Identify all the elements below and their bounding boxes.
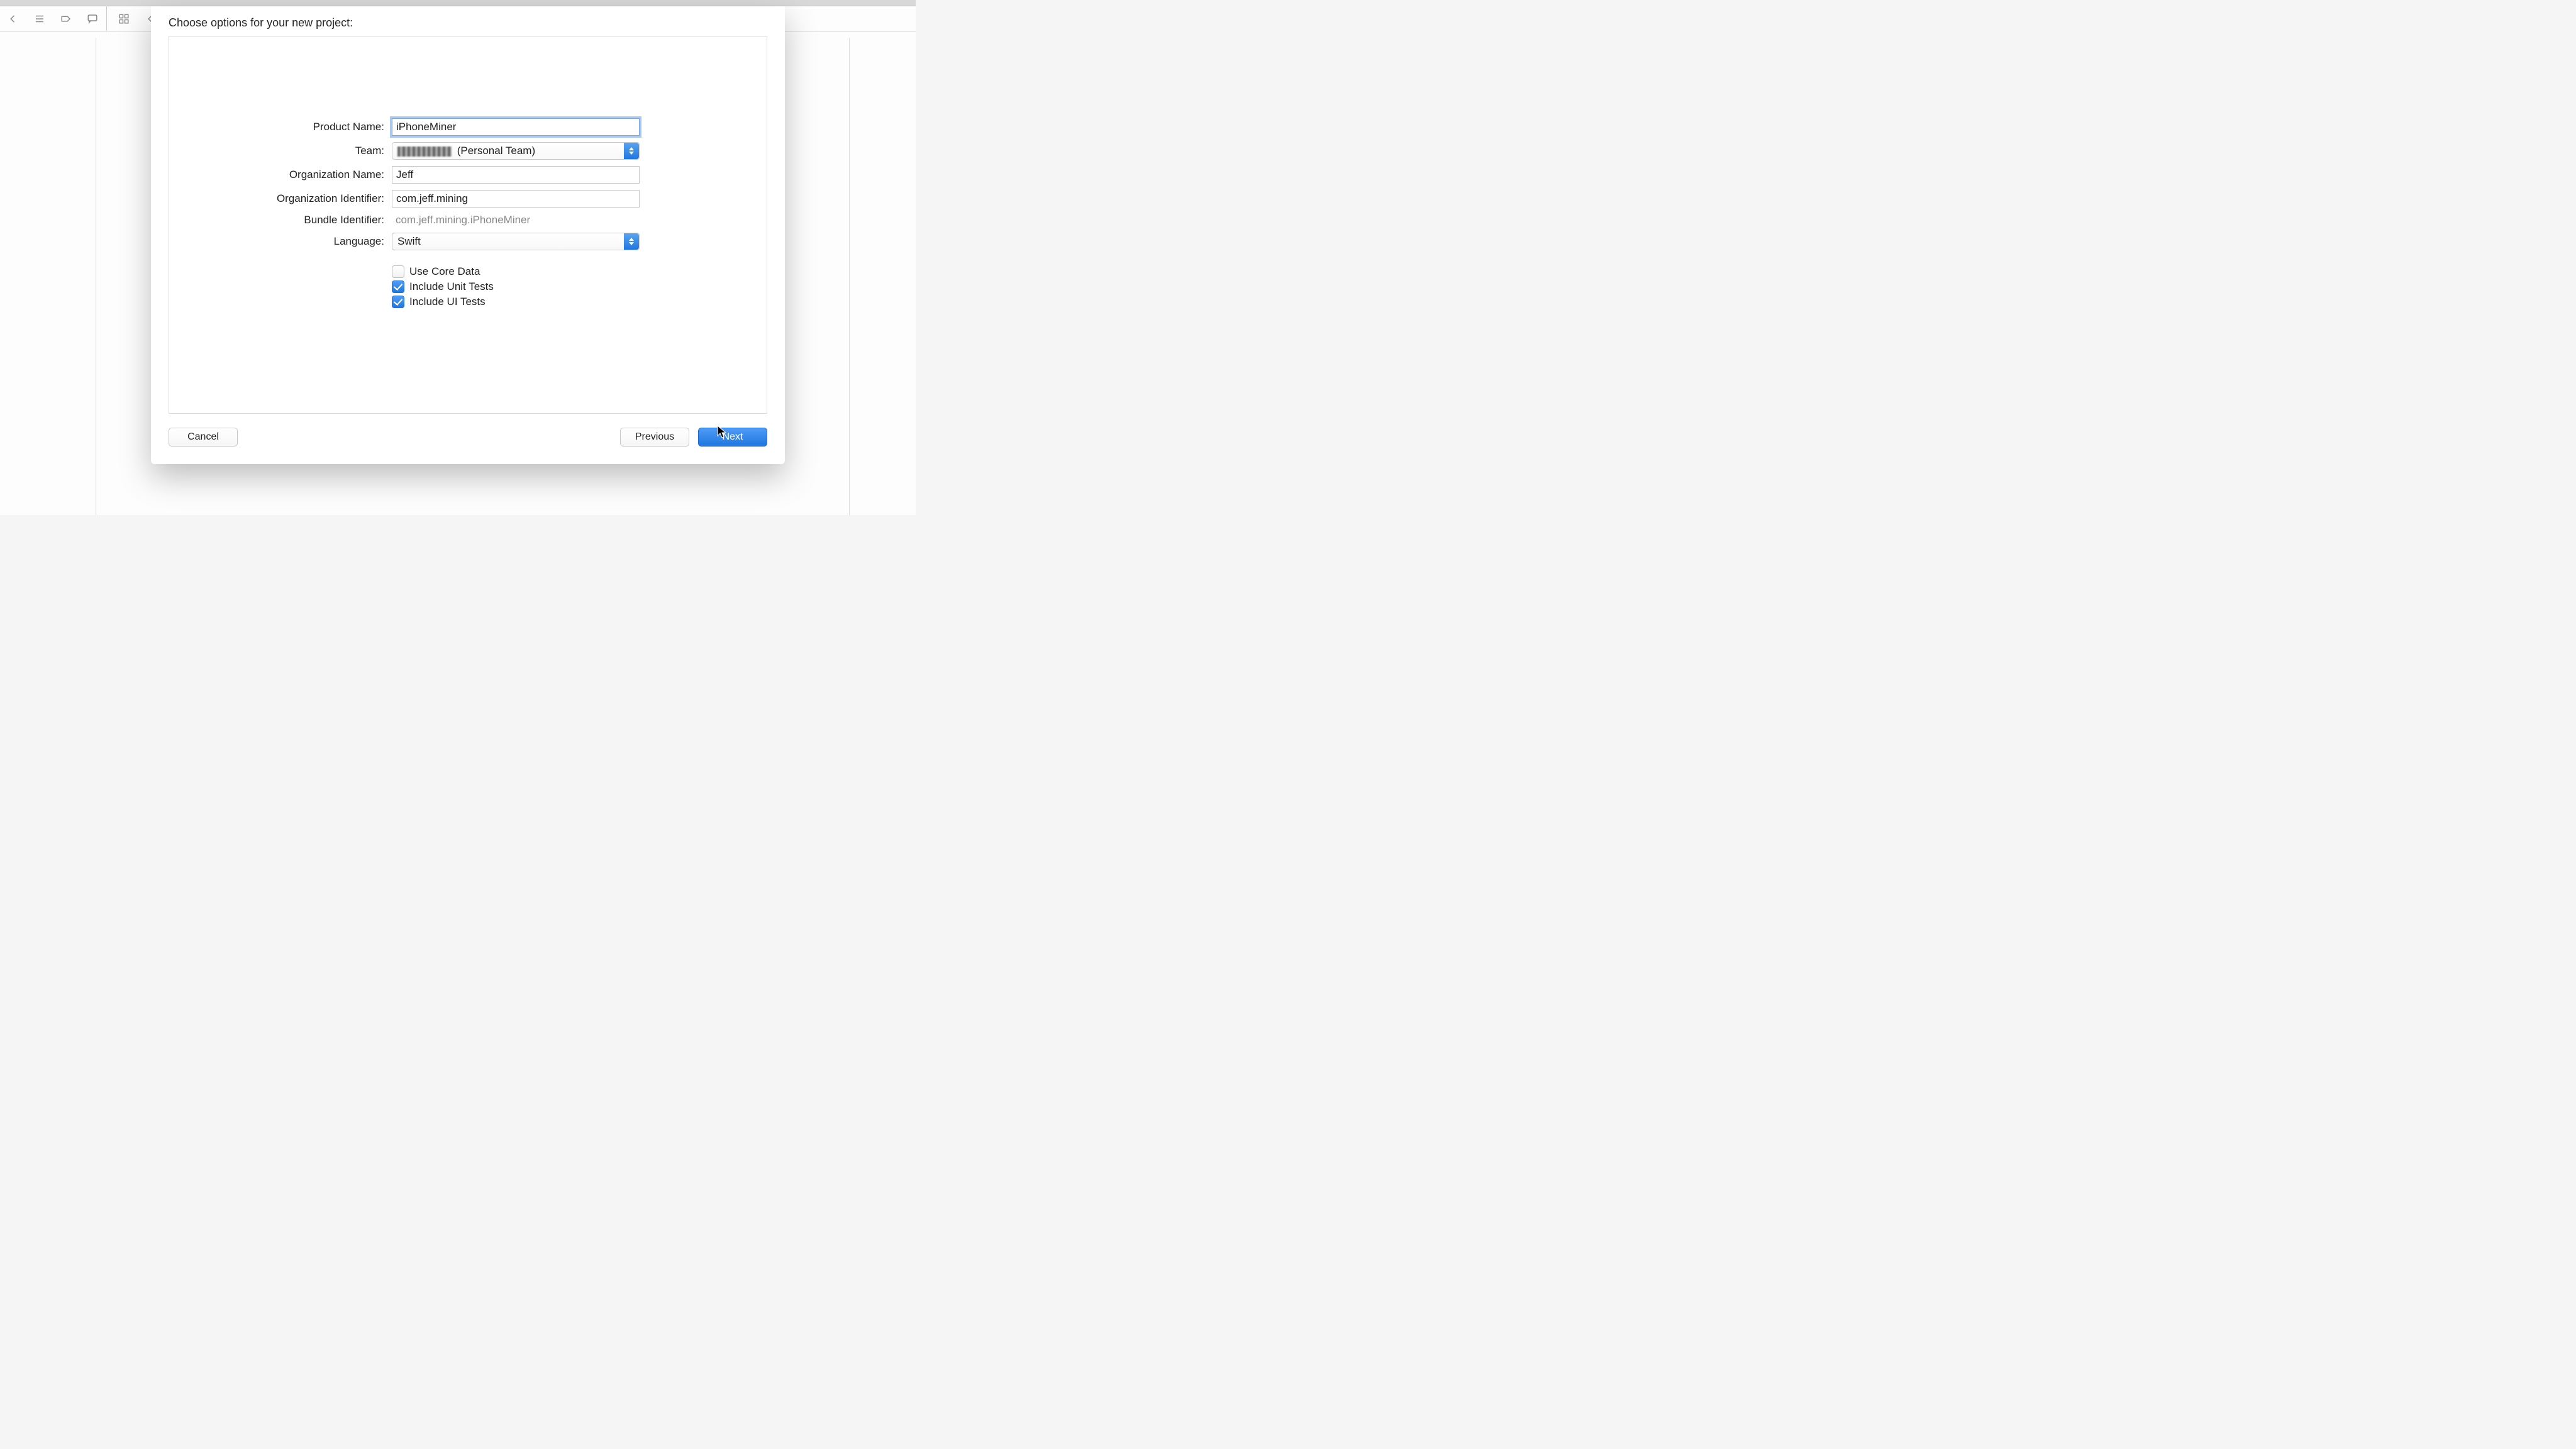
options-form: Product Name: Team: (Personal Team) Orga… <box>169 36 767 414</box>
next-button[interactable]: Next <box>698 428 767 447</box>
new-project-sheet: Choose options for your new project: Pro… <box>151 6 785 464</box>
core-data-checkbox[interactable] <box>392 265 404 278</box>
chevron-updown-icon <box>624 143 639 159</box>
redacted-name <box>397 147 452 157</box>
sheet-title: Choose options for your new project: <box>151 6 785 36</box>
language-value: Swift <box>392 235 624 248</box>
team-label: Team: <box>169 145 392 157</box>
org-id-label: Organization Identifier: <box>169 192 392 205</box>
org-name-label: Organization Name: <box>169 169 392 181</box>
tag-icon[interactable] <box>56 10 76 28</box>
chevron-updown-icon <box>624 233 639 250</box>
product-name-input[interactable] <box>392 118 640 136</box>
core-data-label: Use Core Data <box>409 265 480 278</box>
button-bar: Cancel Previous Next <box>151 414 785 464</box>
org-id-input[interactable] <box>392 190 640 208</box>
team-popup[interactable]: (Personal Team) <box>392 142 640 160</box>
org-name-input[interactable] <box>392 166 640 184</box>
related-items-icon[interactable] <box>114 10 134 28</box>
bundle-id-label: Bundle Identifier: <box>169 214 392 226</box>
product-name-label: Product Name: <box>169 121 392 133</box>
nav-back-icon[interactable] <box>3 10 23 28</box>
cancel-button[interactable]: Cancel <box>169 428 238 447</box>
bundle-id-value: com.jeff.mining.iPhoneMiner <box>392 214 530 226</box>
unit-tests-checkbox[interactable] <box>392 280 404 293</box>
ui-tests-checkbox[interactable] <box>392 296 404 308</box>
team-value: (Personal Team) <box>392 145 624 157</box>
window-titlebar-fragment <box>0 0 916 6</box>
previous-button[interactable]: Previous <box>620 428 689 447</box>
language-label: Language: <box>169 235 392 248</box>
unit-tests-label: Include Unit Tests <box>409 280 494 293</box>
list-icon[interactable] <box>30 10 50 28</box>
comment-icon[interactable] <box>82 10 103 28</box>
ui-tests-label: Include UI Tests <box>409 296 486 308</box>
language-popup[interactable]: Swift <box>392 233 640 250</box>
